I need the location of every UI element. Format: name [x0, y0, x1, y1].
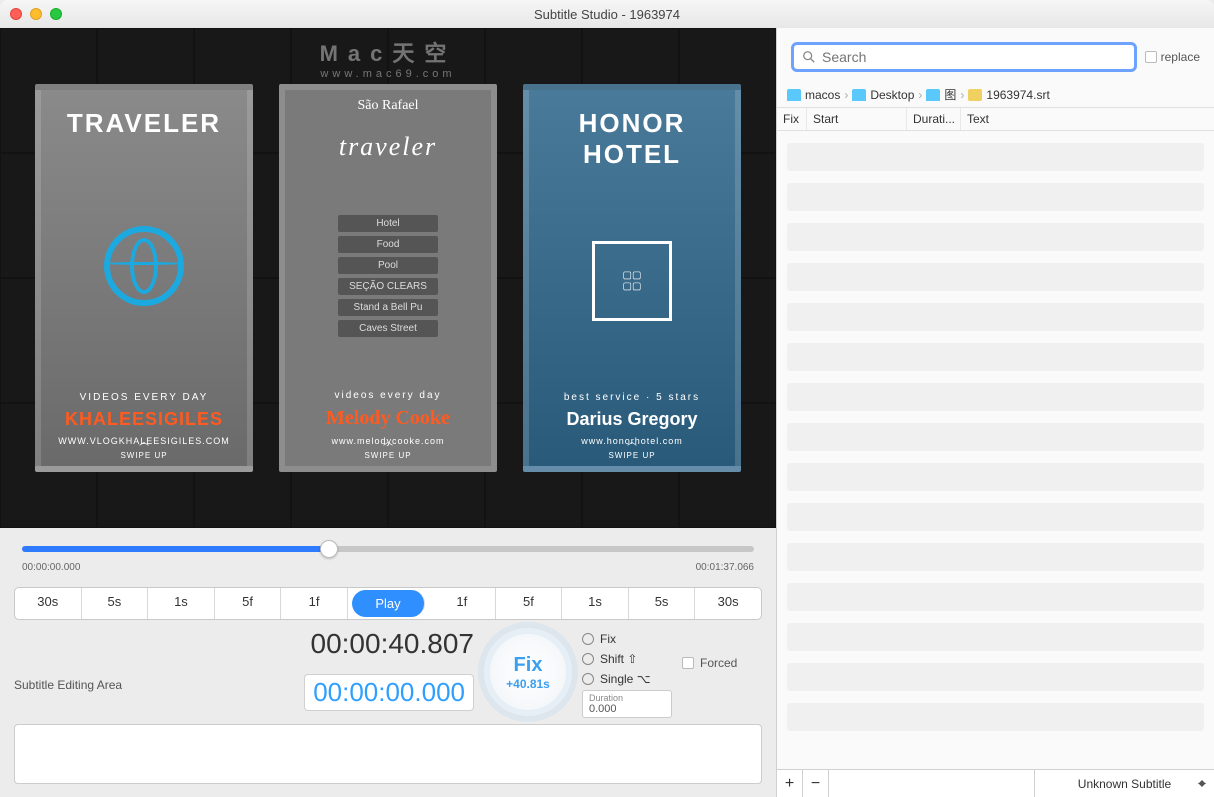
seek-back-5f[interactable]: 5f — [215, 588, 282, 619]
card2-swipe: SWIPE UP — [364, 451, 411, 460]
chevron-up-icon: ︿ — [139, 433, 149, 448]
list-item[interactable] — [787, 463, 1204, 491]
list-item[interactable] — [787, 183, 1204, 211]
search-icon — [802, 50, 816, 64]
preview-card-2: São Rafael traveler Hotel Food Pool SEÇÃ… — [279, 84, 497, 472]
list-item[interactable] — [787, 383, 1204, 411]
seek-back-1s[interactable]: 1s — [148, 588, 215, 619]
subtitle-editing-label: Subtitle Editing Area — [14, 678, 194, 692]
seek-button-row: 30s 5s 1s 5f 1f Play 1f 5f 1s 5s 30s — [14, 587, 762, 620]
card1-swipe: SWIPE UP — [120, 451, 167, 460]
window-title: Subtitle Studio - 1963974 — [534, 7, 680, 22]
card3-title: HONORHOTEL — [579, 108, 686, 170]
list-item[interactable] — [787, 503, 1204, 531]
replace-checkbox[interactable]: replace — [1145, 50, 1200, 64]
list-item[interactable] — [787, 583, 1204, 611]
mode-shift-radio[interactable]: Shift ⇧ — [582, 652, 672, 666]
zoom-window-button[interactable] — [50, 8, 62, 20]
mode-single-radio[interactable]: Single ⌥ — [582, 672, 672, 686]
titlebar: Subtitle Studio - 1963974 — [0, 0, 1214, 28]
globe-icon — [104, 226, 184, 306]
card3-name: Darius Gregory — [566, 409, 697, 430]
video-preview: Mac天空 www.mac69.com TRAVELER VIDEOS EVER… — [0, 28, 776, 528]
subtitle-text-input[interactable] — [14, 724, 762, 784]
fix-button[interactable]: Fix +40.81s — [484, 628, 572, 716]
minimize-window-button[interactable] — [30, 8, 42, 20]
card1-title: TRAVELER — [67, 108, 221, 139]
col-text[interactable]: Text — [961, 108, 1214, 130]
seek-back-5s[interactable]: 5s — [82, 588, 149, 619]
seek-fwd-5f[interactable]: 5f — [496, 588, 563, 619]
play-button[interactable]: Play — [352, 590, 425, 617]
remove-subtitle-button[interactable]: − — [803, 770, 829, 797]
list-item[interactable] — [787, 143, 1204, 171]
duration-field[interactable]: Duration 0.000 — [582, 690, 672, 718]
list-item[interactable] — [787, 423, 1204, 451]
seek-fwd-1f[interactable]: 1f — [429, 588, 496, 619]
fix-offset: +40.81s — [506, 677, 550, 691]
card1-name: KHALEESIGILES — [65, 409, 223, 430]
preview-card-1: TRAVELER VIDEOS EVERY DAY KHALEESIGILES … — [35, 84, 253, 472]
col-fix[interactable]: Fix — [777, 108, 807, 130]
list-item[interactable] — [787, 263, 1204, 291]
seek-back-1f[interactable]: 1f — [281, 588, 348, 619]
table-header: Fix Start Durati... Text — [777, 108, 1214, 131]
right-footer: + − Unknown Subtitle — [777, 769, 1214, 797]
list-item[interactable] — [787, 223, 1204, 251]
scrubber-thumb[interactable] — [320, 540, 338, 558]
card3-sub: best service · 5 stars — [564, 392, 700, 403]
list-item[interactable] — [787, 303, 1204, 331]
search-box[interactable] — [791, 42, 1137, 72]
card2-title: traveler — [339, 132, 437, 162]
add-subtitle-button[interactable]: + — [777, 770, 803, 797]
mode-fix-radio[interactable]: Fix — [582, 632, 672, 646]
time-end: 00:01:37.066 — [696, 562, 754, 573]
breadcrumb[interactable]: macos› Desktop› 图› 1963974.srt — [777, 82, 1214, 108]
list-item[interactable] — [787, 663, 1204, 691]
subtitle-list[interactable] — [777, 131, 1214, 769]
folder-icon — [852, 89, 866, 101]
forced-checkbox[interactable]: Forced — [682, 656, 762, 670]
seek-fwd-5s[interactable]: 5s — [629, 588, 696, 619]
hotel-icon: ▢▢▢▢ — [592, 241, 672, 321]
seek-back-30s[interactable]: 30s — [15, 588, 82, 619]
close-window-button[interactable] — [10, 8, 22, 20]
timeline-scrubber[interactable] — [22, 540, 754, 558]
folder-icon — [787, 89, 801, 101]
col-start[interactable]: Start — [807, 108, 907, 130]
time-start: 00:00:00.000 — [22, 562, 80, 573]
col-duration[interactable]: Durati... — [907, 108, 961, 130]
edit-timecode[interactable]: 00:00:00.000 — [304, 674, 474, 711]
list-item[interactable] — [787, 343, 1204, 371]
signpost-icon: Hotel Food Pool SEÇÃO CLEARS Stand a Bel… — [338, 215, 438, 337]
seek-fwd-30s[interactable]: 30s — [695, 588, 761, 619]
current-timecode: 00:00:40.807 — [311, 628, 475, 660]
search-input[interactable] — [822, 49, 1126, 65]
folder-icon — [926, 89, 940, 101]
seek-fwd-1s[interactable]: 1s — [562, 588, 629, 619]
preview-card-3: HONORHOTEL ▢▢▢▢ best service · 5 stars D… — [523, 84, 741, 472]
list-item[interactable] — [787, 543, 1204, 571]
subtitle-format-select[interactable]: Unknown Subtitle — [1034, 770, 1214, 797]
card1-sub: VIDEOS EVERY DAY — [80, 392, 209, 403]
card3-swipe: SWIPE UP — [608, 451, 655, 460]
card2-script: São Rafael — [357, 98, 418, 114]
file-icon — [968, 89, 982, 101]
list-item[interactable] — [787, 703, 1204, 731]
chevron-up-icon: ︿ — [383, 433, 393, 448]
card2-name: Melody Cooke — [326, 407, 450, 430]
card2-sub: videos every day — [334, 390, 441, 401]
list-item[interactable] — [787, 623, 1204, 651]
fix-label: Fix — [514, 654, 543, 677]
chevron-up-icon: ︿ — [627, 433, 637, 448]
